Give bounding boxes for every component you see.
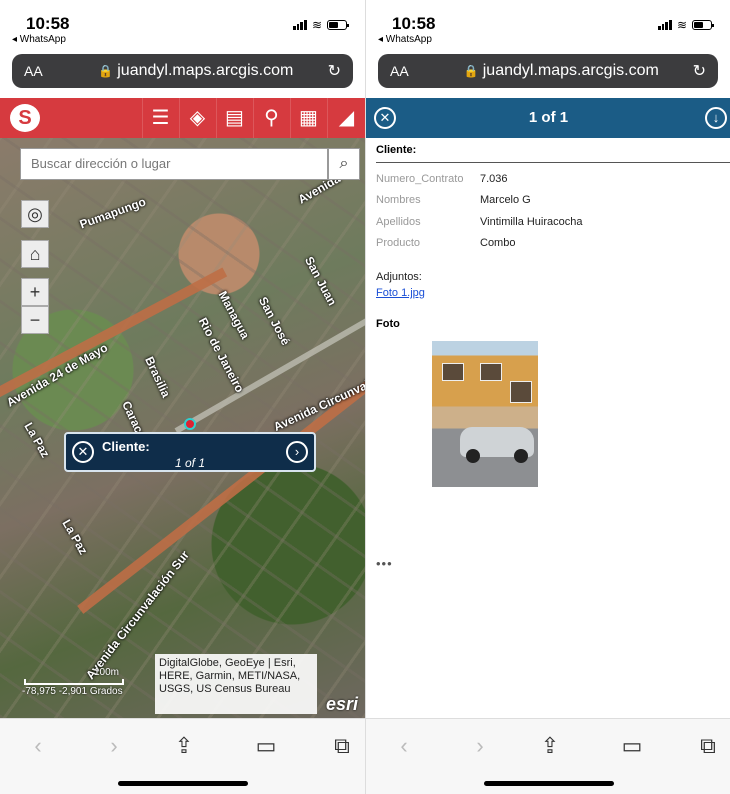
- home-indicator: [483, 781, 614, 786]
- scale-bar: [24, 679, 124, 685]
- feature-popup[interactable]: ✕ Cliente: 1 of 1 ›: [64, 432, 316, 472]
- home-indicator: [117, 781, 248, 786]
- safari-bottom-bar: ‹ › ⇪ ▭ ⧉: [366, 718, 730, 794]
- attribute-value: Combo: [480, 237, 516, 249]
- battery-icon: [327, 20, 349, 30]
- reload-icon[interactable]: ↻: [693, 61, 706, 81]
- address-bar[interactable]: AA 🔒 juandyl.maps.arcgis.com ↻: [378, 54, 718, 88]
- scale-label: 100m: [94, 667, 120, 678]
- house-photo[interactable]: [432, 341, 538, 487]
- share-icon[interactable]: ⇪: [164, 733, 204, 759]
- attribute-key: Numero_Contrato: [376, 173, 464, 185]
- back-icon[interactable]: ‹: [18, 733, 58, 759]
- back-to-whatsapp[interactable]: ◂ WhatsApp: [12, 34, 66, 45]
- status-icons: ≋: [657, 18, 714, 32]
- attribute-key: Producto: [376, 237, 421, 249]
- street-label: San Juan: [301, 254, 340, 308]
- share-icon[interactable]: ⇪: [530, 733, 570, 759]
- attachments-label: Adjuntos:: [376, 271, 422, 283]
- locate-icon[interactable]: ◎: [21, 200, 49, 228]
- list-icon[interactable]: ☰: [142, 98, 178, 138]
- attachment-link[interactable]: Foto 1.jpg: [376, 287, 425, 299]
- elevation-icon[interactable]: ◢: [327, 98, 365, 138]
- street-label: La Paz: [21, 420, 53, 460]
- app-logo-icon: S: [10, 104, 40, 132]
- reload-icon[interactable]: ↻: [328, 61, 341, 81]
- zoom-out-button[interactable]: −: [21, 306, 49, 334]
- address-bar[interactable]: AA 🔒 juandyl.maps.arcgis.com ↻: [12, 54, 353, 88]
- attribute-row: Nombres Marcelo G: [376, 194, 531, 206]
- attribute-key: Apellidos: [376, 216, 421, 228]
- url-value: juandyl.maps.arcgis.com: [482, 62, 659, 79]
- status-icons: ≋: [292, 18, 349, 32]
- signal-icon: [292, 20, 307, 30]
- status-time: 10:58: [392, 14, 436, 33]
- forward-icon[interactable]: ›: [460, 733, 500, 759]
- basemap-icon[interactable]: ▦: [290, 98, 326, 138]
- map-view[interactable]: Pumapungo Avenida 24 de Mayo Brasilia Ca…: [0, 138, 365, 718]
- back-icon[interactable]: ‹: [384, 733, 424, 759]
- street-label: Brasilia: [142, 354, 174, 400]
- attribute-value: 7.036: [480, 173, 508, 185]
- panel-page-count: 1 of 1: [528, 109, 569, 126]
- lock-icon: 🔒: [98, 64, 114, 78]
- safari-bottom-bar: ‹ › ⇪ ▭ ⧉: [0, 718, 365, 794]
- text-size-button[interactable]: AA: [24, 63, 64, 79]
- esri-logo: esri: [326, 694, 359, 714]
- forward-icon[interactable]: ›: [94, 733, 134, 759]
- tabs-icon[interactable]: ⧉: [688, 733, 728, 759]
- more-options-icon[interactable]: •••: [376, 556, 393, 571]
- status-bar: 10:58 ◂ WhatsApp ≋: [0, 0, 365, 48]
- bookmarks-icon[interactable]: ▭: [612, 733, 652, 759]
- popup-next-icon[interactable]: ›: [286, 441, 308, 463]
- layers-icon[interactable]: ◈: [179, 98, 215, 138]
- url-text[interactable]: 🔒 juandyl.maps.arcgis.com: [64, 62, 328, 80]
- wifi-icon: ≋: [311, 18, 322, 32]
- text-size-button[interactable]: AA: [390, 63, 430, 79]
- map-search-input[interactable]: Buscar dirección o lugar: [20, 148, 328, 180]
- street-label: Managua: [215, 288, 253, 342]
- status-bar: 10:58 ◂ WhatsApp ≋: [366, 0, 730, 48]
- popup-title: Cliente:: [102, 439, 150, 454]
- attribute-value: Vintimilla Huiracocha: [480, 216, 583, 228]
- lock-icon: 🔒: [463, 64, 479, 78]
- attribute-row: Producto Combo: [376, 237, 515, 249]
- coordinates-readout: -78,975 -2,901 Grados: [22, 686, 123, 697]
- attribute-key: Nombres: [376, 194, 421, 206]
- legend-icon[interactable]: ▤: [216, 98, 252, 138]
- search-tool-icon[interactable]: ⚲: [253, 98, 289, 138]
- section-title: Cliente:: [376, 144, 417, 156]
- zoom-in-button[interactable]: +: [21, 278, 49, 306]
- back-to-whatsapp[interactable]: ◂ WhatsApp: [378, 34, 432, 45]
- photo-section-title: Foto: [376, 318, 400, 330]
- collapse-panel-icon[interactable]: ↓: [705, 107, 727, 129]
- attribute-row: Apellidos Vintimilla Huiracocha: [376, 216, 583, 228]
- map-attribution: DigitalGlobe, GeoEye | Esri, HERE, Garmi…: [155, 654, 317, 714]
- home-icon[interactable]: ⌂: [21, 240, 49, 268]
- street-label: Pumapungo: [77, 194, 148, 232]
- selected-feature-marker[interactable]: [184, 418, 196, 430]
- wifi-icon: ≋: [676, 18, 687, 32]
- signal-icon: [657, 20, 672, 30]
- popup-count: 1 of 1: [174, 456, 206, 470]
- popup-panel-header: ✕ 1 of 1 ↓: [366, 98, 730, 138]
- url-value: juandyl.maps.arcgis.com: [117, 62, 294, 79]
- battery-icon: [692, 20, 714, 30]
- divider: [376, 162, 730, 163]
- url-text[interactable]: 🔒 juandyl.maps.arcgis.com: [430, 62, 693, 80]
- tabs-icon[interactable]: ⧉: [322, 733, 362, 759]
- left-phone-screen: 10:58 ◂ WhatsApp ≋ AA 🔒 juandyl.maps.arcg…: [0, 0, 365, 794]
- search-icon[interactable]: ⌕: [328, 148, 360, 180]
- status-time: 10:58: [26, 14, 70, 33]
- app-toolbar: S ☰ ◈ ▤ ⚲ ▦ ◢: [0, 98, 365, 138]
- attribute-row: Numero_Contrato 7.036: [376, 173, 508, 185]
- right-phone-screen: 10:58 ◂ WhatsApp ≋ AA 🔒 juandyl.maps.arcg…: [365, 0, 730, 794]
- bookmarks-icon[interactable]: ▭: [246, 733, 286, 759]
- street-label: San José: [255, 294, 293, 348]
- attribute-value: Marcelo G: [480, 194, 531, 206]
- street-label: La Paz: [59, 517, 91, 557]
